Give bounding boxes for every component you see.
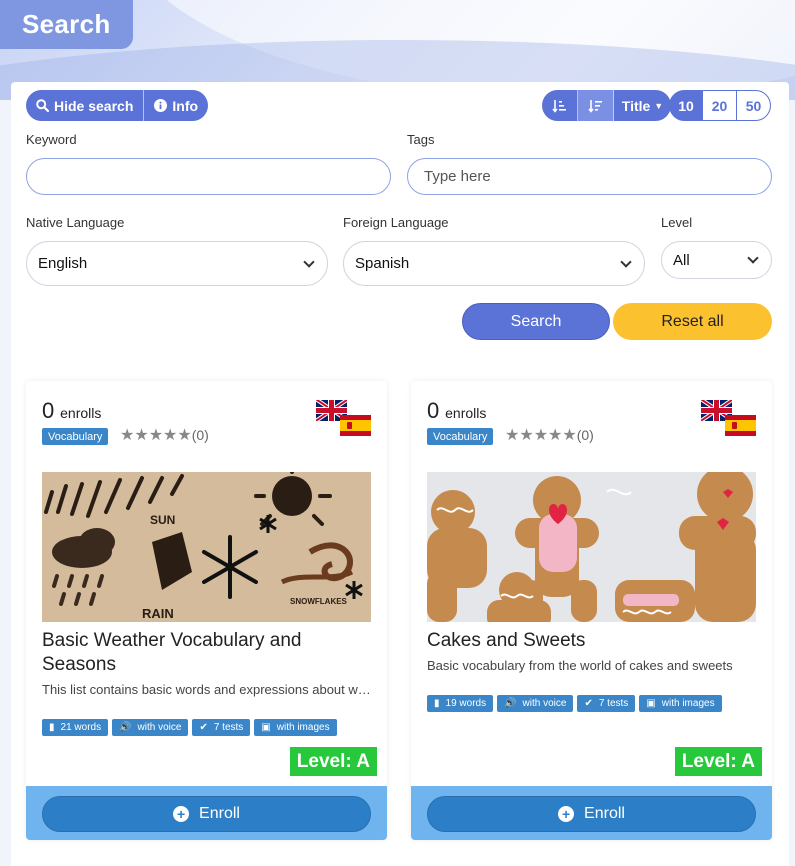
keyword-label: Keyword: [26, 132, 77, 147]
foreign-language-select[interactable]: Spanish: [343, 241, 645, 286]
enroll-button[interactable]: + Enroll: [427, 796, 756, 832]
course-image: SUN RAIN SNOWFLAKES: [42, 472, 371, 622]
info-icon: [154, 99, 168, 112]
reset-all-button[interactable]: Reset all: [613, 303, 772, 340]
course-image: [427, 472, 756, 622]
course-card: 0 enrolls Vocabulary ★★★★★(0): [411, 381, 772, 840]
spain-flag-icon: [340, 415, 371, 436]
card-footer: + Enroll: [411, 786, 772, 840]
book-icon: ▮: [49, 722, 55, 733]
native-language-label: Native Language: [26, 215, 125, 230]
plus-circle-icon: +: [173, 806, 190, 822]
tag-voice: 🔊 with voice: [497, 695, 574, 712]
category-badge: Vocabulary: [427, 428, 494, 445]
level-badge: Level: A: [289, 747, 377, 776]
search-toggle-group: Hide search Info: [26, 90, 209, 121]
svg-text:RAIN: RAIN: [142, 606, 174, 621]
caret-down-icon: ▼: [654, 100, 664, 111]
course-title[interactable]: Cakes and Sweets: [427, 629, 757, 653]
page-size-50[interactable]: 50: [737, 90, 771, 121]
foreign-language-value: Spanish: [355, 255, 410, 272]
enroll-button[interactable]: + Enroll: [42, 796, 371, 832]
speaker-icon: 🔊: [119, 722, 132, 733]
hide-search-label: Hide search: [54, 97, 134, 114]
native-language-value: English: [38, 255, 88, 272]
tag-tests: ✔ 7 tests: [192, 719, 251, 736]
enroll-label: Enroll: [584, 805, 625, 822]
hide-search-button[interactable]: Hide search: [26, 90, 145, 121]
enroll-label: Enroll: [199, 805, 240, 822]
search-button[interactable]: Search: [462, 303, 610, 340]
level-value: All: [673, 251, 690, 269]
page-size-20[interactable]: 20: [703, 90, 737, 121]
info-button[interactable]: Info: [144, 90, 209, 121]
clipboard-icon: ✔: [584, 698, 593, 709]
category-badge: Vocabulary: [42, 428, 109, 445]
feature-tags: ▮ 19 words 🔊 with voice ✔ 7 tests ▣ with ima…: [427, 695, 722, 712]
image-icon: ▣: [261, 722, 271, 733]
page-size-10[interactable]: 10: [669, 90, 703, 121]
enrolls-count: 0 enrolls: [427, 398, 487, 423]
level-select[interactable]: All: [661, 241, 772, 279]
rating-stars: ★★★★★(0): [120, 425, 209, 445]
sort-ascending-button[interactable]: [542, 90, 578, 121]
feature-tags: ▮ 21 words 🔊 with voice ✔ 7 tests ▣ with ima…: [42, 719, 337, 736]
chevron-down-icon: [747, 252, 759, 264]
page-title: Search: [0, 0, 133, 49]
sort-ascending-icon: [551, 99, 566, 113]
book-icon: ▮: [434, 698, 440, 709]
course-description: This list contains basic words and expre…: [42, 682, 372, 697]
speaker-icon: 🔊: [504, 698, 517, 709]
foreign-language-label: Foreign Language: [343, 215, 449, 230]
star-icon: ★★★★★: [120, 427, 192, 444]
keyword-input[interactable]: [26, 158, 391, 195]
sort-field-label: Title: [621, 97, 651, 114]
level-badge: Level: A: [674, 747, 762, 776]
tag-voice: 🔊 with voice: [112, 719, 189, 736]
tag-images: ▣ with images: [254, 719, 337, 736]
svg-text:SNOWFLAKES: SNOWFLAKES: [290, 597, 348, 606]
tags-label: Tags: [407, 132, 435, 147]
search-icon: [36, 99, 49, 112]
sort-descending-icon: [587, 99, 602, 113]
chevron-down-icon: [620, 255, 632, 268]
enrolls-count: 0 enrolls: [42, 398, 102, 423]
native-language-select[interactable]: English: [26, 241, 328, 286]
sort-field-dropdown[interactable]: Title ▼: [614, 90, 671, 121]
image-icon: ▣: [646, 698, 656, 709]
rating-stars: ★★★★★(0): [505, 425, 594, 445]
search-panel: Hide search Info Title ▼ 10 20 50 Keywor…: [11, 82, 789, 866]
tag-word-count: ▮ 21 words: [42, 719, 109, 736]
sort-group: Title ▼: [542, 90, 671, 121]
tag-tests: ✔ 7 tests: [577, 695, 636, 712]
course-title[interactable]: Basic Weather Vocabulary and Seasons: [42, 629, 372, 677]
svg-text:SUN: SUN: [150, 513, 175, 527]
course-description: Basic vocabulary from the world of cakes…: [427, 658, 733, 673]
rating-count: (0): [191, 427, 209, 443]
plus-circle-icon: +: [558, 806, 575, 822]
info-label: Info: [172, 97, 199, 114]
sort-descending-button[interactable]: [578, 90, 614, 121]
course-card: 0 enrolls Vocabulary ★★★★★(0): [26, 381, 387, 840]
clipboard-icon: ✔: [199, 722, 208, 733]
card-footer: + Enroll: [26, 786, 387, 840]
chevron-down-icon: [303, 255, 315, 268]
tag-images: ▣ with images: [639, 695, 722, 712]
page-size-group: 10 20 50: [669, 90, 771, 121]
level-label: Level: [661, 215, 693, 230]
star-icon: ★★★★★: [505, 427, 577, 444]
spain-flag-icon: [725, 415, 756, 436]
rating-count: (0): [576, 427, 594, 443]
tag-word-count: ▮ 19 words: [427, 695, 494, 712]
tags-input[interactable]: Type here: [407, 158, 772, 195]
